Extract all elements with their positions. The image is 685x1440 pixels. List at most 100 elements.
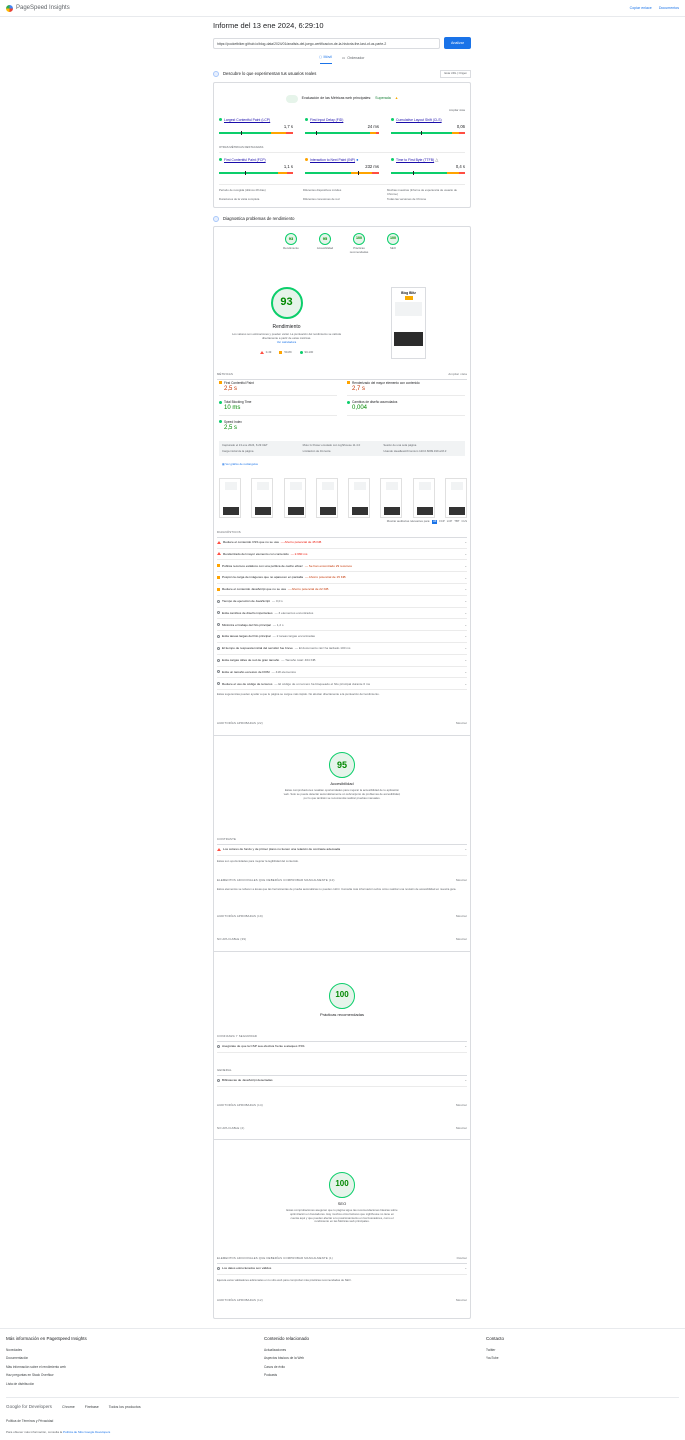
psi-logo[interactable]: PageSpeed Insights — [6, 4, 70, 12]
audit-title: Evita cambios de diseño importantes — [222, 610, 273, 615]
chevron-down-icon: ⌄ — [464, 563, 467, 568]
metric-lcp: Renderizado del mayor elemento con conte… — [347, 381, 465, 397]
gauge-performance[interactable]: 93 Rendimiento — [281, 232, 301, 255]
chevron-down-icon: ⌄ — [464, 658, 467, 663]
expand-view-link[interactable]: Ampliar vista — [219, 108, 465, 113]
filter-lcp[interactable]: LCP — [447, 519, 452, 524]
privacy-link[interactable]: Política de Términos y Privacidad — [6, 1419, 53, 1423]
run-environment: Capturado el 13 ene 2024, 6:29 CET Moto G… — [219, 440, 465, 457]
metrics-expand-link[interactable]: Ampliar vista — [448, 372, 467, 377]
audit-title: Tiempo de ejecución de JavaScript — [222, 599, 271, 604]
audit-row[interactable]: Minimiza el trabajo del hilo principal — … — [217, 619, 467, 632]
metric-fcp: First Contentful Paint 2,5 s — [219, 381, 337, 397]
info-icon — [217, 623, 220, 627]
audit-row[interactable]: Reduce el uso de código de terceros — El … — [217, 678, 467, 691]
tab-mobile[interactable]: ▯ Móvil — [319, 55, 332, 64]
info-icon: ▲ — [394, 96, 399, 101]
filmstrip-frame — [315, 477, 338, 518]
footer-note: Para obtener más información, consulta l… — [6, 1430, 111, 1434]
gauge-best-practices[interactable]: 100 Prácticas recomendadas — [349, 232, 369, 255]
calculator-link[interactable]: Ver calculadora — [224, 340, 349, 345]
filmstrip — [219, 477, 467, 518]
audit-title: Renderizado del mayor elemento con conte… — [223, 551, 289, 556]
diagnostics-list: Reduce el contenido CSS que no se usa — A… — [217, 537, 467, 691]
monitor-icon: ▭ — [341, 55, 346, 60]
field-fid: First Input Delay (FID) 24 ms — [305, 117, 379, 135]
audit-detail: — 3 elementos encontrados — [274, 610, 314, 615]
audit-detail: — 1,2 s — [272, 622, 284, 627]
info-icon — [217, 658, 220, 662]
audit-row[interactable]: Renderizado del mayor elemento con conte… — [217, 549, 467, 561]
audit-row[interactable]: Pospón la carga de imágenes que no apare… — [217, 572, 467, 584]
field-inp: Interaction to Next Paint (INP) ● 232 ms — [305, 157, 379, 175]
screenshot-nav — [395, 302, 422, 317]
audit-title: Reduce el uso de código de terceros — [222, 681, 273, 686]
url-input[interactable]: https://pocketbiker.github.io/blog-data/… — [213, 37, 440, 49]
audit-row[interactable]: Evita cambios de diseño importantes — 3 e… — [217, 608, 467, 620]
best-practices-section: 100 Prácticas recomendadas — [214, 982, 470, 1017]
field-ttfb: Time to First Byte (TTFB) △ 0,4 s — [391, 157, 465, 175]
audit-detail: — Ahorro potencial de 22 KiB — [287, 587, 329, 592]
copy-link-button[interactable]: Copiar enlace — [630, 6, 652, 11]
filter-cls[interactable]: CLS — [462, 519, 467, 524]
url-origin-toggle[interactable]: Esta URL | Origen — [440, 69, 471, 78]
chevron-down-icon: ⌄ — [464, 646, 467, 651]
google-developers-logo[interactable]: Google for Developers — [6, 1404, 52, 1410]
accessibility-section: 95 Accesibilidad Estas comprobaciones re… — [214, 751, 470, 801]
gauge-accessibility[interactable]: 95 Accesibilidad — [315, 232, 335, 255]
structured-data-audit[interactable]: Los datos estructurados son válidos ⌄ — [217, 1263, 467, 1275]
app-name: PageSpeed Insights — [16, 4, 70, 11]
footer-col-contact: Contacto Twitter YouTube — [486, 1336, 505, 1360]
footer-links: Google for Developers Chrome Firebase Todo… — [6, 1397, 679, 1410]
filmstrip-frame — [380, 477, 403, 518]
filmstrip-frame — [251, 477, 274, 518]
audit-detail: — Tamaño total: 464 KiB — [281, 658, 316, 663]
docs-link[interactable]: Documentos — [659, 6, 679, 11]
audit-row[interactable]: Reduce el contenido JavaScript que no se… — [217, 584, 467, 596]
analyze-button[interactable]: Analizar — [444, 37, 471, 50]
performance-gauge: 93 — [270, 286, 303, 319]
field-data-card: Evaluación de las Métricas web principal… — [213, 81, 471, 208]
audit-row[interactable]: El tiempo de respuesta inicial del servi… — [217, 643, 467, 655]
gauge-seo[interactable]: 100 SEO — [383, 232, 403, 255]
audit-row[interactable]: Evita tareas largas del hilo principal — … — [217, 631, 467, 643]
warn-icon — [217, 587, 220, 591]
metric-tbt: Total Blocking Time 10 ms — [219, 400, 337, 416]
audit-row[interactable]: Publica recursos estáticos con una polít… — [217, 560, 467, 573]
audit-row[interactable]: Evita un tamaño excesivo de DOM — 418 ele… — [217, 667, 467, 679]
filter-all[interactable]: All — [432, 519, 438, 524]
csp-audit[interactable]: Asegúrate de que la CSP sea efectiva fre… — [217, 1041, 467, 1053]
contrast-audit[interactable]: Los colores de fondo y de primer plano n… — [217, 844, 467, 856]
audit-title: Reduce el contenido JavaScript que no se… — [222, 587, 286, 592]
audit-detail: — 2 tareas largas encontradas — [272, 634, 315, 639]
metric-si: Speed Index 2,5 s — [219, 420, 337, 432]
field-heading: Descubre lo que experimentan tus usuario… — [213, 69, 471, 78]
tab-desktop[interactable]: ▭ Ordenador — [342, 55, 365, 64]
seo-gauge: 100 — [329, 1171, 355, 1198]
cwv-label: Evaluación de las Métricas web principal… — [301, 96, 372, 101]
js-libraries-audit[interactable]: Bibliotecas de JavaScript detectadas ⌄ — [217, 1075, 467, 1087]
show-passed-perf[interactable]: Mostrar — [456, 721, 467, 726]
performance-summary: 93 Rendimiento Los valores son estimacio… — [224, 286, 349, 355]
audit-detail: — El documento raíz ha tardado 100 ms — [294, 646, 351, 651]
field-info-grid: Período de recogida (últimos 28 días) Dif… — [219, 183, 465, 202]
diagnostics-note: Estas sugerencias pueden ayudar a que tu… — [217, 691, 380, 696]
filmstrip-frame — [219, 477, 241, 518]
audit-title: Reduce el contenido CSS que no se usa — [223, 540, 279, 545]
info-icon — [217, 635, 220, 638]
filter-fcp[interactable]: FCP — [439, 519, 445, 524]
audit-detail: — 2.660 ms — [290, 551, 308, 556]
audit-row[interactable]: Reduce el contenido CSS que no se usa — A… — [217, 537, 467, 549]
screenshot-emoji-icon — [404, 296, 413, 301]
chevron-down-icon: ⌄ — [464, 551, 467, 556]
audit-row[interactable]: Evita cargas útiles de red de gran tamañ… — [217, 655, 467, 667]
performance-title: Rendimiento — [272, 323, 301, 330]
field-fcp: First Contentful Paint (FCP) 1,1 s — [219, 157, 293, 175]
filter-tbt[interactable]: TBT — [454, 519, 459, 524]
audit-detail: — Ahorro potencial de 45 KiB — [280, 540, 322, 545]
score-gauges: 93 Rendimiento 95 Accesibilidad 100 Práctic… — [214, 232, 470, 255]
treemap-button[interactable]: ▦ Ver gráfico de rectángulos — [222, 462, 258, 467]
psi-logo-icon — [6, 4, 13, 12]
filmstrip-frame — [283, 477, 306, 518]
audit-row[interactable]: Tiempo de ejecución de JavaScript — 0,0 s… — [217, 596, 467, 608]
